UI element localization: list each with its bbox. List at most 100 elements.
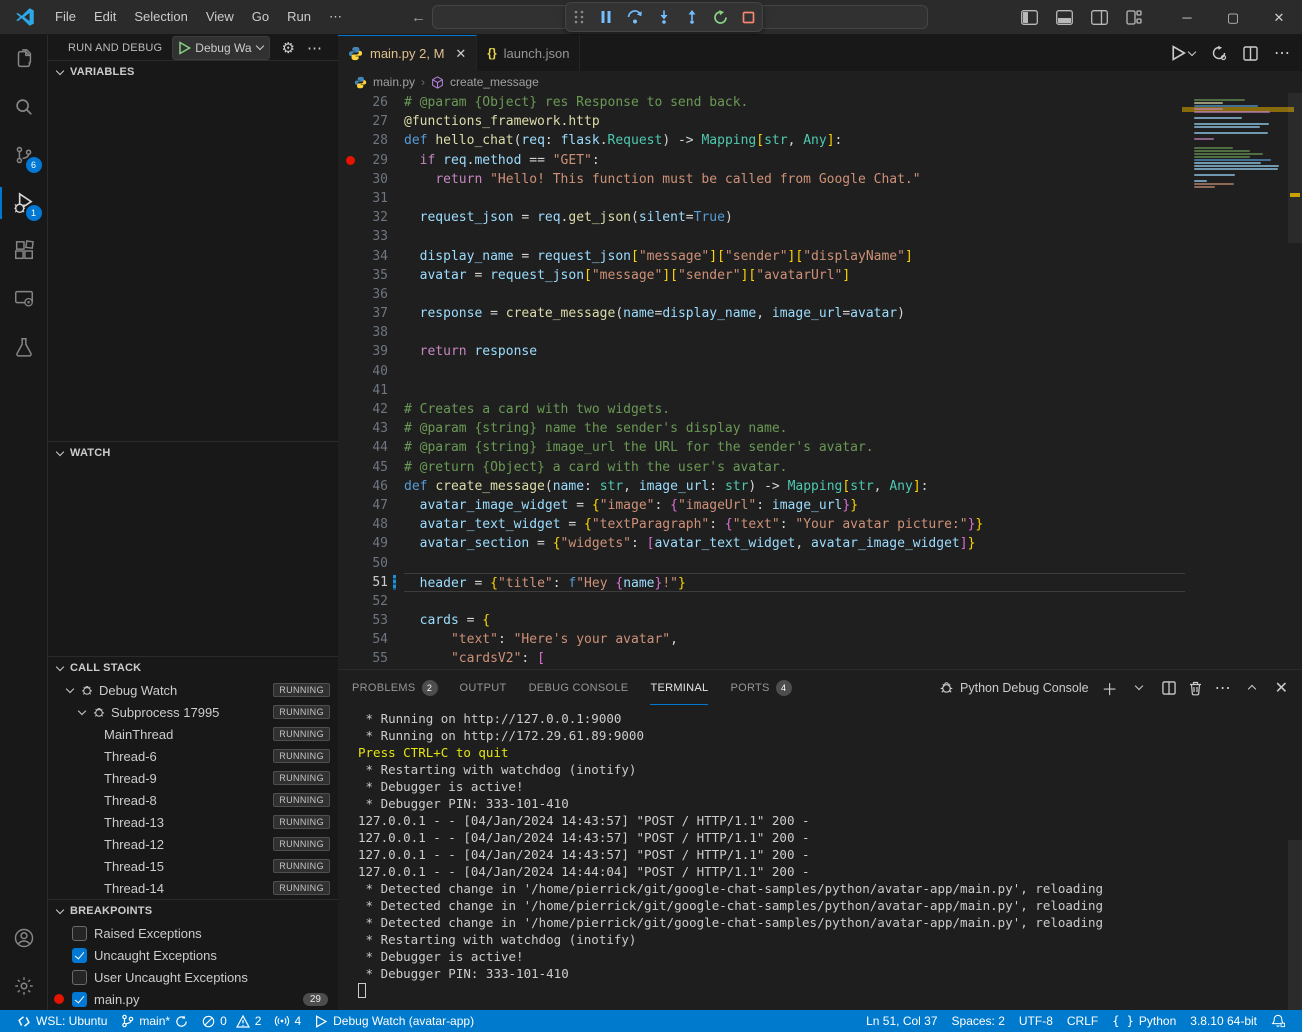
sidebar-more-actions-icon[interactable]: ⋯ [307, 39, 322, 57]
extensions-icon[interactable] [0, 227, 48, 275]
menu-view[interactable]: View [197, 5, 243, 28]
panel-tab-problems[interactable]: PROBLEMS2 [352, 670, 438, 705]
search-icon[interactable] [0, 83, 48, 131]
code-line-43[interactable]: 43# @param {string} name the sender's di… [338, 419, 1302, 438]
account-icon[interactable] [0, 914, 48, 962]
watch-section-header[interactable]: WATCH [48, 442, 338, 464]
call-stack-row[interactable]: Thread-9RUNNING [48, 767, 338, 789]
menu-selection[interactable]: Selection [125, 5, 196, 28]
menu-go[interactable]: Go [243, 5, 278, 28]
editor-more-actions-icon[interactable]: ⋯ [1274, 43, 1290, 63]
code-line-42[interactable]: 42# Creates a card with two widgets. [338, 400, 1302, 419]
close-window-button[interactable]: ✕ [1256, 0, 1302, 35]
toggle-secondary-sidebar-icon[interactable] [1091, 10, 1108, 25]
source-control-icon[interactable]: 6 [0, 131, 48, 179]
breakpoint-row[interactable]: Raised Exceptions [48, 922, 338, 944]
code-line-50[interactable]: 50 [338, 554, 1302, 573]
terminal-scrollbar[interactable] [1288, 840, 1302, 1010]
variables-section-header[interactable]: VARIABLES [48, 61, 338, 83]
indentation-status[interactable]: Spaces: 2 [945, 1010, 1012, 1032]
python-interpreter-status[interactable]: 3.8.10 64-bit [1183, 1010, 1264, 1032]
customize-layout-icon[interactable] [1126, 10, 1142, 25]
breadcrumb-symbol[interactable]: create_message [450, 75, 539, 89]
call-stack-section-header[interactable]: CALL STACK [48, 657, 338, 679]
code-line-54[interactable]: 54 "text": "Here's your avatar", [338, 630, 1302, 649]
pause-button[interactable] [599, 10, 613, 24]
code-line-26[interactable]: 26# @param {Object} res Response to send… [338, 93, 1302, 112]
call-stack-row[interactable]: Thread-6RUNNING [48, 745, 338, 767]
panel-tab-debug-console[interactable]: DEBUG CONSOLE [529, 670, 629, 705]
breakpoints-section-header[interactable]: BREAKPOINTS [48, 900, 338, 922]
explorer-icon[interactable] [0, 35, 48, 83]
code-line-47[interactable]: 47 avatar_image_widget = {"image": {"ima… [338, 496, 1302, 515]
call-stack-row[interactable]: Thread-12RUNNING [48, 833, 338, 855]
panel-tab-terminal[interactable]: TERMINAL [650, 670, 708, 705]
notifications-bell-icon[interactable] [1264, 1010, 1292, 1032]
nav-back-button[interactable]: ← [411, 9, 426, 26]
minimize-button[interactable]: ─ [1164, 0, 1210, 35]
call-stack-row[interactable]: Thread-15RUNNING [48, 855, 338, 877]
panel-tab-ports[interactable]: PORTS4 [730, 670, 791, 705]
close-tab-icon[interactable]: ✕ [455, 46, 466, 62]
tab-launch-json[interactable]: {} launch.json [477, 35, 580, 71]
code-line-48[interactable]: 48 avatar_text_widget = {"textParagraph"… [338, 515, 1302, 534]
tab-main-py[interactable]: main.py 2, M ✕ [338, 35, 477, 71]
code-line-27[interactable]: 27@functions_framework.http [338, 112, 1302, 131]
maximize-panel-icon[interactable] [1247, 684, 1255, 692]
breakpoint-row[interactable]: Uncaught Exceptions [48, 944, 338, 966]
cursor-position-status[interactable]: Ln 51, Col 37 [859, 1010, 944, 1032]
step-over-button[interactable] [627, 10, 643, 24]
code-line-29[interactable]: 29 if req.method == "GET": [338, 151, 1302, 170]
testing-icon[interactable] [0, 323, 48, 371]
code-editor[interactable]: 26# @param {Object} res Response to send… [338, 93, 1302, 669]
code-line-31[interactable]: 31 [338, 189, 1302, 208]
code-line-30[interactable]: 30 return "Hello! This function must be … [338, 170, 1302, 189]
split-terminal-icon[interactable] [1162, 681, 1176, 695]
chevron-down-icon[interactable] [66, 685, 74, 693]
code-line-52[interactable]: 52 [338, 592, 1302, 611]
code-line-44[interactable]: 44# @param {string} image_url the URL fo… [338, 438, 1302, 457]
call-stack-row[interactable]: Debug WatchRUNNING [48, 679, 338, 701]
breadcrumb-file[interactable]: main.py [373, 75, 415, 89]
code-line-32[interactable]: 32 request_json = req.get_json(silent=Tr… [338, 208, 1302, 227]
breakpoint-glyph-icon[interactable] [346, 156, 355, 165]
breakpoint-checkbox[interactable] [72, 926, 87, 941]
start-debug-icon[interactable] [179, 42, 190, 54]
code-line-33[interactable]: 33 [338, 227, 1302, 246]
restart-button[interactable] [713, 10, 728, 25]
problems-status[interactable]: 0 2 [195, 1010, 268, 1032]
debug-config-dropdown[interactable]: Debug Wa [172, 36, 269, 60]
menu-edit[interactable]: Edit [85, 5, 125, 28]
git-branch-status[interactable]: main* [114, 1010, 195, 1032]
toggle-panel-icon[interactable] [1056, 10, 1073, 25]
drag-handle-icon[interactable] [573, 10, 585, 24]
panel-more-actions-icon[interactable]: ⋯ [1215, 678, 1231, 698]
code-line-35[interactable]: 35 avatar = request_json["message"]["sen… [338, 266, 1302, 285]
kill-terminal-trash-icon[interactable] [1189, 681, 1202, 695]
terminal-output[interactable]: * Running on http://127.0.0.1:9000 * Run… [338, 710, 1288, 1009]
chevron-down-icon[interactable] [78, 707, 86, 715]
terminal-profile[interactable]: Python Debug Console [939, 680, 1089, 695]
run-python-file-button[interactable] [1172, 46, 1195, 60]
code-line-40[interactable]: 40 [338, 362, 1302, 381]
code-line-45[interactable]: 45# @return {Object} a card with the use… [338, 458, 1302, 477]
panel-tab-output[interactable]: OUTPUT [460, 670, 507, 705]
code-line-49[interactable]: 49 avatar_section = {"widgets": [avatar_… [338, 534, 1302, 553]
code-line-51[interactable]: 51 header = {"title": f"Hey {name}!"} [338, 573, 1302, 592]
eol-status[interactable]: CRLF [1060, 1010, 1105, 1032]
code-line-36[interactable]: 36 [338, 285, 1302, 304]
code-line-39[interactable]: 39 return response [338, 342, 1302, 361]
maximize-button[interactable]: ▢ [1210, 0, 1256, 35]
code-line-55[interactable]: 55 "cardsV2": [ [338, 649, 1302, 668]
call-stack-row[interactable]: MainThreadRUNNING [48, 723, 338, 745]
toggle-sidebar-icon[interactable] [1021, 10, 1038, 25]
remote-explorer-icon[interactable] [0, 275, 48, 323]
call-stack-row[interactable]: Thread-8RUNNING [48, 789, 338, 811]
language-mode-status[interactable]: { } Python [1105, 1010, 1183, 1032]
code-line-53[interactable]: 53 cards = { [338, 611, 1302, 630]
code-line-28[interactable]: 28def hello_chat(req: flask.Request) -> … [338, 131, 1302, 150]
menu-file[interactable]: File [46, 5, 85, 28]
menu-[interactable]: ⋯ [320, 5, 351, 28]
menu-run[interactable]: Run [278, 5, 320, 28]
minimap[interactable] [1188, 93, 1288, 669]
